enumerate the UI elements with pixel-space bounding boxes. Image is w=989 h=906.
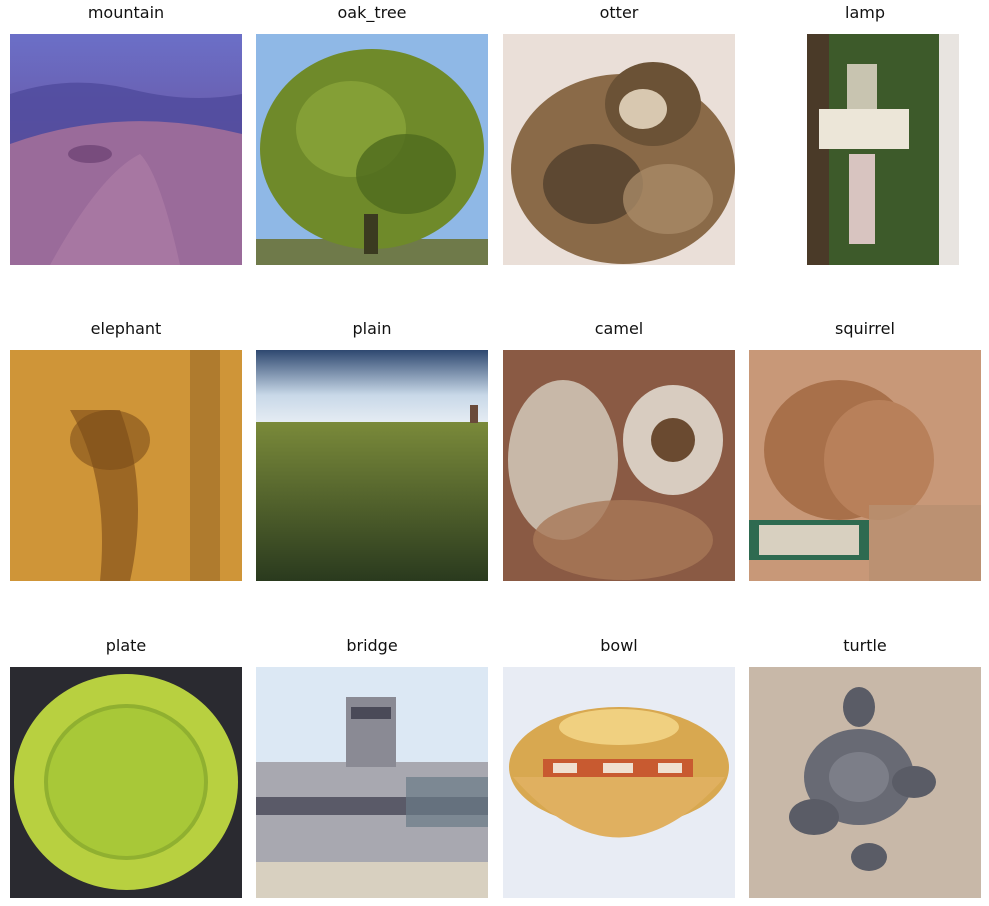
tile-label: lamp [845,3,885,22]
tile-label: elephant [90,319,162,338]
camel-photo [503,350,735,581]
oak-tree-photo [256,34,488,265]
plain-photo [256,350,488,581]
otter-photo [503,34,735,265]
bowl-photo [503,667,735,898]
tile-label: mountain [87,3,165,22]
tile-label: otter [599,3,639,22]
tile-label: plain [352,319,392,338]
tile-label: squirrel [835,319,895,338]
squirrel-photo [749,350,981,581]
elephant-photo [10,350,242,581]
tile-label: bridge [346,636,398,655]
tile-label: plate [105,636,147,655]
tile-label: bowl [600,636,638,655]
image-grid: mountain oak_tree otter lamp elephant pl… [0,0,989,906]
mountain-photo [10,34,242,265]
bridge-photo [256,667,488,898]
tile-label: turtle [843,636,887,655]
lamp-photo [749,34,981,265]
turtle-photo [749,667,981,898]
plate-photo [10,667,242,898]
tile-label: camel [594,319,644,338]
tile-label: oak_tree [337,3,407,22]
